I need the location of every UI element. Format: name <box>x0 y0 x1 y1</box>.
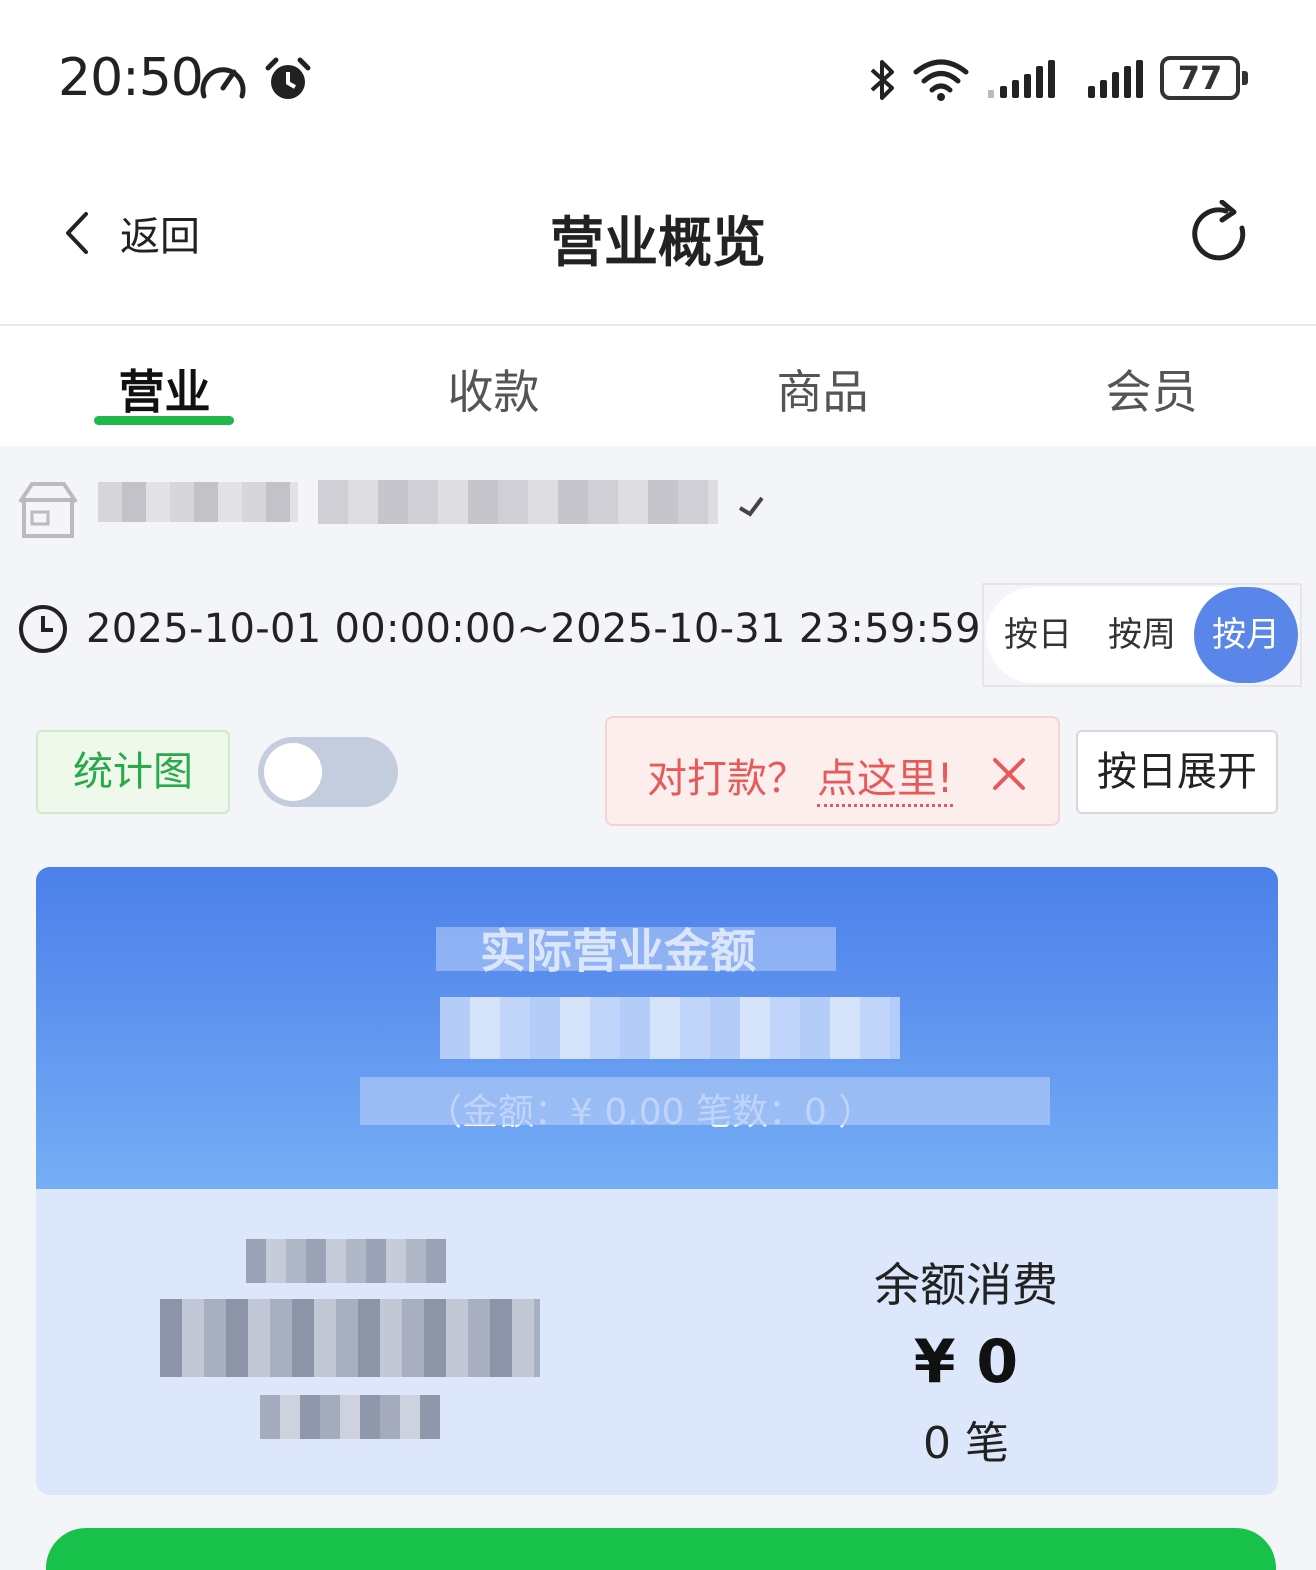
expand-by-day-button[interactable]: 按日展开 <box>1076 730 1278 814</box>
redacted-amount <box>436 927 836 971</box>
close-icon[interactable] <box>991 756 1027 792</box>
status-time: 20:50 <box>58 48 204 108</box>
speedometer-icon <box>200 67 246 99</box>
balance-count: 0 笔 <box>923 1418 1009 1469</box>
balance-label: 余额消费 <box>874 1258 1058 1312</box>
primary-action-button[interactable] <box>46 1528 1276 1570</box>
chevron-down-icon <box>738 496 764 517</box>
tab-label: 营业 <box>118 365 211 419</box>
redacted-store-name <box>98 482 298 522</box>
date-range-row[interactable]: 2025-10-01 00:00:00~2025-10-31 23:59:59 <box>18 604 981 654</box>
redacted-amount <box>360 1077 1050 1125</box>
clock-icon <box>19 605 67 653</box>
tab-business[interactable]: 营业 <box>0 326 329 446</box>
bluetooth-icon <box>870 60 894 100</box>
battery-indicator: 77 <box>1160 56 1248 100</box>
summary-card: 实际营业金额 （金额：¥ 0.00 笔数：0 ） 余额消费 ¥ 0 0 笔 <box>36 867 1278 1495</box>
signal-icon <box>1088 60 1143 98</box>
status-bar: 20:50 77 <box>0 0 1316 160</box>
period-week-button[interactable]: 按周 <box>1090 587 1194 683</box>
chart-switch[interactable] <box>258 737 398 807</box>
tab-payments[interactable]: 收款 <box>329 326 658 446</box>
tab-bar: 营业 收款 商品 会员 <box>0 326 1316 446</box>
redacted-left-column <box>160 1299 540 1377</box>
notice-link[interactable]: 点这里! <box>817 746 954 807</box>
store-selector[interactable] <box>18 470 818 550</box>
notice-question: 对打款？ <box>647 756 807 802</box>
period-month-button[interactable]: 按月 <box>1194 587 1298 683</box>
reconcile-notice: 对打款？ 点这里! <box>605 716 1060 826</box>
tab-active-indicator <box>94 416 234 425</box>
period-day-button[interactable]: 按日 <box>986 587 1090 683</box>
signal-icon <box>988 60 1055 98</box>
chart-toggle-label[interactable]: 统计图 <box>36 730 230 814</box>
tab-products[interactable]: 商品 <box>658 326 987 446</box>
tab-label: 收款 <box>447 365 540 419</box>
tab-members[interactable]: 会员 <box>987 326 1316 446</box>
summary-header: 实际营业金额 （金额：¥ 0.00 笔数：0 ） <box>36 867 1278 1189</box>
wifi-icon <box>913 59 969 101</box>
redacted-amount <box>440 997 900 1059</box>
date-range-text: 2025-10-01 00:00:00~2025-10-31 23:59:59 <box>86 606 981 652</box>
nav-bar: 返回 营业概览 <box>0 160 1316 326</box>
redacted-left-column <box>260 1395 440 1439</box>
page-title: 营业概览 <box>550 211 766 274</box>
balance-value: ¥ 0 <box>913 1327 1019 1397</box>
alarm-icon <box>265 57 311 99</box>
period-toggle: 按日 按周 按月 <box>982 583 1302 687</box>
redacted-left-column <box>246 1239 446 1283</box>
tab-label: 会员 <box>1105 365 1198 419</box>
balance-consumption: 余额消费 ¥ 0 0 笔 <box>816 1249 1116 1471</box>
summary-details: 余额消费 ¥ 0 0 笔 <box>36 1189 1278 1495</box>
redacted-store-name <box>318 480 718 524</box>
refresh-icon[interactable] <box>1192 200 1254 266</box>
switch-knob <box>264 743 322 801</box>
tab-label: 商品 <box>776 365 869 419</box>
store-icon <box>18 482 78 538</box>
